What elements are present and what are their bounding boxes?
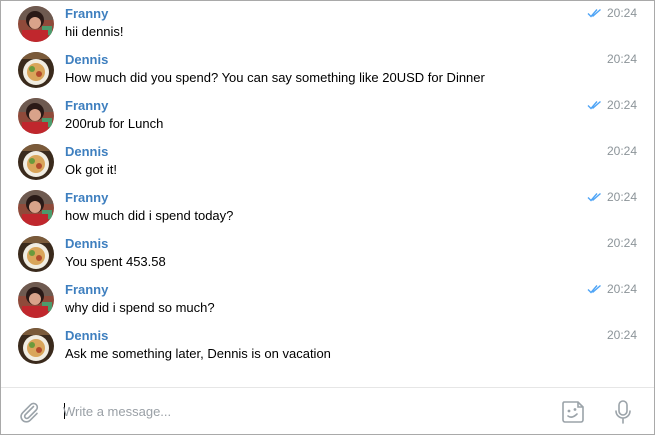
message-text: Ok got it! xyxy=(65,162,118,177)
message[interactable]: Dennis How much did you spend? You can s… xyxy=(1,47,654,93)
paperclip-icon[interactable] xyxy=(17,400,41,424)
message-meta: 20:24 xyxy=(607,52,637,66)
message-input[interactable] xyxy=(63,399,533,423)
sender-name: Franny xyxy=(65,98,109,113)
message-time: 20:24 xyxy=(606,144,637,158)
message-meta: 20:24 xyxy=(587,190,637,204)
double-check-icon xyxy=(587,192,601,202)
message-meta: 20:24 xyxy=(607,144,637,158)
sender-name: Franny xyxy=(65,282,109,297)
sender-name: Dennis xyxy=(65,144,109,159)
double-check-icon xyxy=(587,8,601,18)
avatar-dennis[interactable] xyxy=(18,52,54,88)
message-time: 20:24 xyxy=(606,236,637,250)
avatar-franny[interactable] xyxy=(18,190,54,226)
sender-name: Dennis xyxy=(65,236,109,251)
message[interactable]: Dennis Ok got it! 20:24 xyxy=(1,139,654,185)
sender-name: Franny xyxy=(65,190,109,205)
message-time: 20:24 xyxy=(606,282,637,296)
message-text: how much did i spend today? xyxy=(65,208,234,223)
message-text: why did i spend so much? xyxy=(65,300,215,315)
message-time: 20:24 xyxy=(606,98,637,112)
message-meta: 20:24 xyxy=(587,6,637,20)
message-time: 20:24 xyxy=(606,6,637,20)
message[interactable]: Franny 200rub for Lunch 20:24 xyxy=(1,93,654,139)
avatar-dennis[interactable] xyxy=(18,236,54,272)
double-check-icon xyxy=(587,284,601,294)
sticker-emoji-icon[interactable] xyxy=(560,399,586,425)
message-meta: 20:24 xyxy=(587,282,637,296)
sender-name: Dennis xyxy=(65,52,109,67)
microphone-icon[interactable] xyxy=(613,399,633,425)
message-text: hii dennis! xyxy=(65,24,124,39)
sender-name: Franny xyxy=(65,6,109,21)
message-text: 200rub for Lunch xyxy=(65,116,164,131)
double-check-icon xyxy=(587,100,601,110)
message-meta: 20:24 xyxy=(607,236,637,250)
message-list[interactable]: Franny hii dennis! 20:24 Dennis How much… xyxy=(1,1,654,387)
message[interactable]: Franny hii dennis! 20:24 xyxy=(1,1,654,47)
message-time: 20:24 xyxy=(606,190,637,204)
message-time: 20:24 xyxy=(606,328,637,342)
avatar-dennis[interactable] xyxy=(18,328,54,364)
message[interactable]: Dennis You spent 453.58 20:24 xyxy=(1,231,654,277)
message-text: You spent 453.58 xyxy=(65,254,166,269)
avatar-franny[interactable] xyxy=(18,282,54,318)
chat-window: Franny hii dennis! 20:24 Dennis How much… xyxy=(0,0,655,435)
message-meta: 20:24 xyxy=(607,328,637,342)
message[interactable]: Dennis Ask me something later, Dennis is… xyxy=(1,323,654,369)
message-meta: 20:24 xyxy=(587,98,637,112)
message-composer xyxy=(1,387,654,434)
message-time: 20:24 xyxy=(606,52,637,66)
sender-name: Dennis xyxy=(65,328,109,343)
avatar-franny[interactable] xyxy=(18,98,54,134)
message-text: Ask me something later, Dennis is on vac… xyxy=(65,346,331,361)
message[interactable]: Franny why did i spend so much? 20:24 xyxy=(1,277,654,323)
message[interactable]: Franny how much did i spend today? 20:24 xyxy=(1,185,654,231)
avatar-franny[interactable] xyxy=(18,6,54,42)
message-text: How much did you spend? You can say some… xyxy=(65,70,485,85)
avatar-dennis[interactable] xyxy=(18,144,54,180)
